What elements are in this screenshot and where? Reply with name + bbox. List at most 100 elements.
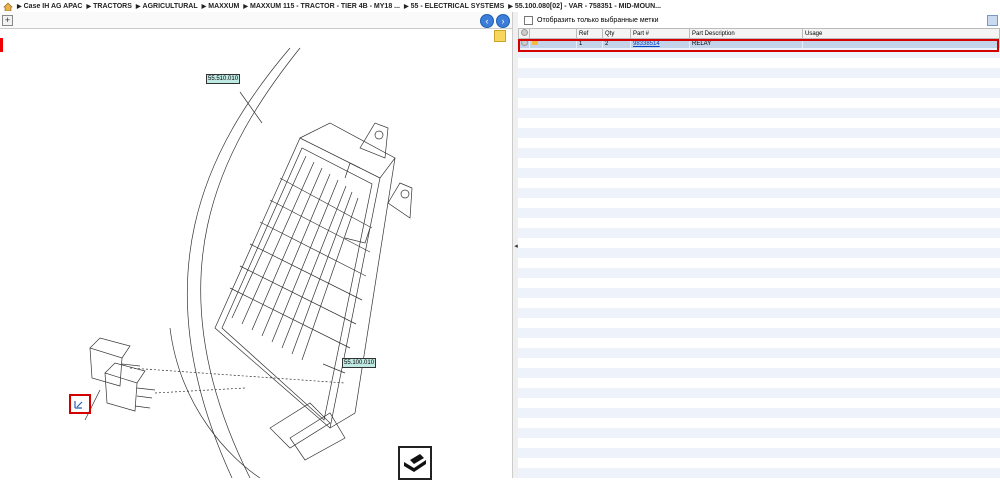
empty-row bbox=[518, 338, 1000, 348]
breadcrumb-item[interactable]: ▶ 55 - ELECTRICAL SYSTEMS bbox=[404, 3, 504, 10]
empty-row bbox=[518, 208, 1000, 218]
empty-row bbox=[518, 168, 1000, 178]
empty-row bbox=[518, 188, 1000, 198]
chevron-right-icon: ▶ bbox=[17, 3, 22, 10]
settings-icon[interactable] bbox=[987, 15, 998, 26]
column-header-qty[interactable]: Qty bbox=[602, 28, 631, 39]
chevron-right-icon: ▶ bbox=[243, 3, 248, 10]
row-qty: 2 bbox=[602, 38, 631, 48]
empty-row bbox=[518, 468, 1000, 478]
empty-rows bbox=[518, 48, 1000, 478]
chevron-right-icon: ▶ bbox=[86, 3, 92, 10]
row-ref: 1 bbox=[576, 38, 603, 48]
empty-row bbox=[518, 98, 1000, 108]
column-header-description[interactable]: Part Description bbox=[689, 28, 803, 39]
empty-row bbox=[518, 298, 1000, 308]
empty-row bbox=[518, 138, 1000, 148]
chevron-right-icon: ▶ bbox=[201, 3, 207, 10]
empty-row bbox=[518, 438, 1000, 448]
empty-row bbox=[518, 458, 1000, 468]
select-all-column[interactable] bbox=[518, 28, 530, 39]
breadcrumb-item[interactable]: ▶ MAXXUM 115 - TRACTOR - TIER 4B - MY18 .… bbox=[243, 3, 400, 10]
row-radio[interactable] bbox=[518, 38, 530, 48]
breadcrumb: ▶ Case IH AG APAC ▶ TRACTORS ▶ AGRICULTURAL… bbox=[0, 0, 1000, 12]
empty-row bbox=[518, 388, 1000, 398]
row-part-link[interactable]: 98338514 bbox=[630, 38, 690, 48]
empty-row bbox=[518, 378, 1000, 388]
empty-row bbox=[518, 418, 1000, 428]
drawing-panel: + ‹ › 55.510.010 55.100.010 bbox=[0, 12, 513, 480]
parts-panel: Отобразить только выбранные метки Ref Qt… bbox=[518, 12, 1000, 478]
chevron-right-icon: ▶ bbox=[508, 3, 513, 10]
empty-row bbox=[518, 228, 1000, 238]
empty-row bbox=[518, 198, 1000, 208]
breadcrumb-item[interactable]: ▶ TRACTORS bbox=[87, 3, 132, 10]
empty-row bbox=[518, 218, 1000, 228]
chevron-right-icon: ▶ bbox=[404, 3, 409, 10]
breadcrumb-item[interactable]: ▶ AGRICULTURAL bbox=[136, 3, 198, 10]
show-selected-label: Отобразить только выбранные метки bbox=[537, 16, 659, 24]
breadcrumb-item[interactable]: ▶ 55.100.080[02] - VAR - 758351 - MID-MOU… bbox=[508, 3, 661, 10]
column-header-usage[interactable]: Usage bbox=[802, 28, 1000, 39]
breadcrumb-label: MAXXUM bbox=[208, 2, 240, 10]
drawing-toolbar: + ‹ › bbox=[0, 12, 512, 29]
empty-row bbox=[518, 48, 1000, 58]
empty-row bbox=[518, 88, 1000, 98]
empty-row bbox=[518, 158, 1000, 168]
radio-icon bbox=[521, 39, 528, 46]
empty-row bbox=[518, 108, 1000, 118]
show-selected-checkbox[interactable] bbox=[524, 15, 533, 25]
selected-part-marker[interactable] bbox=[69, 394, 91, 414]
empty-row bbox=[518, 288, 1000, 298]
column-header-ref[interactable]: Ref bbox=[576, 28, 603, 39]
empty-row bbox=[518, 398, 1000, 408]
part-number-link[interactable]: 98338514 bbox=[633, 41, 660, 47]
empty-row bbox=[518, 78, 1000, 88]
callout-label[interactable]: 55.510.010 bbox=[206, 74, 241, 84]
zoom-in-button[interactable]: + bbox=[2, 15, 13, 26]
export-icon[interactable] bbox=[398, 446, 432, 480]
empty-row bbox=[518, 178, 1000, 188]
home-icon[interactable] bbox=[3, 2, 13, 11]
empty-row bbox=[518, 358, 1000, 368]
empty-row bbox=[518, 428, 1000, 438]
row-usage bbox=[802, 38, 1000, 48]
empty-row bbox=[518, 448, 1000, 458]
breadcrumb-item[interactable]: ▶ MAXXUM bbox=[202, 3, 240, 10]
empty-row bbox=[518, 248, 1000, 258]
column-header[interactable] bbox=[529, 28, 577, 39]
empty-row bbox=[518, 318, 1000, 328]
chevron-right-icon: ▶ bbox=[135, 3, 141, 10]
empty-row bbox=[518, 148, 1000, 158]
callout-label[interactable]: 55.100.010 bbox=[342, 358, 377, 368]
empty-row bbox=[518, 408, 1000, 418]
breadcrumb-label: TRACTORS bbox=[93, 2, 132, 10]
row-description: RELAY bbox=[689, 38, 803, 48]
breadcrumb-label: Case IH AG APAC bbox=[23, 2, 83, 10]
parts-toolbar: Отобразить только выбранные метки bbox=[518, 12, 1000, 28]
tag-icon[interactable] bbox=[532, 40, 538, 45]
breadcrumb-label: AGRICULTURAL bbox=[142, 2, 198, 10]
breadcrumb-label: 55 - ELECTRICAL SYSTEMS bbox=[410, 2, 505, 10]
parts-table: Ref Qty Part # Part Description Usage 1 … bbox=[518, 28, 1000, 48]
empty-row bbox=[518, 268, 1000, 278]
empty-row bbox=[518, 258, 1000, 268]
radio-icon bbox=[521, 29, 528, 36]
breadcrumb-label: 55.100.080[02] - VAR - 758351 - MID-MOUN… bbox=[514, 2, 662, 10]
previous-page-button[interactable]: ‹ bbox=[480, 14, 494, 28]
empty-row bbox=[518, 348, 1000, 358]
empty-row bbox=[518, 328, 1000, 338]
row-icons bbox=[529, 38, 577, 48]
empty-row bbox=[518, 58, 1000, 68]
empty-row bbox=[518, 128, 1000, 138]
breadcrumb-label: MAXXUM 115 - TRACTOR - TIER 4B - MY18 ..… bbox=[249, 2, 400, 10]
table-row[interactable]: 1 2 98338514 RELAY bbox=[518, 38, 1000, 48]
empty-row bbox=[518, 118, 1000, 128]
breadcrumb-item[interactable]: ▶ Case IH AG APAC bbox=[17, 3, 83, 10]
column-header-part[interactable]: Part # bbox=[630, 28, 690, 39]
empty-row bbox=[518, 368, 1000, 378]
next-page-button[interactable]: › bbox=[496, 14, 510, 28]
empty-row bbox=[518, 238, 1000, 248]
empty-row bbox=[518, 68, 1000, 78]
empty-row bbox=[518, 278, 1000, 288]
